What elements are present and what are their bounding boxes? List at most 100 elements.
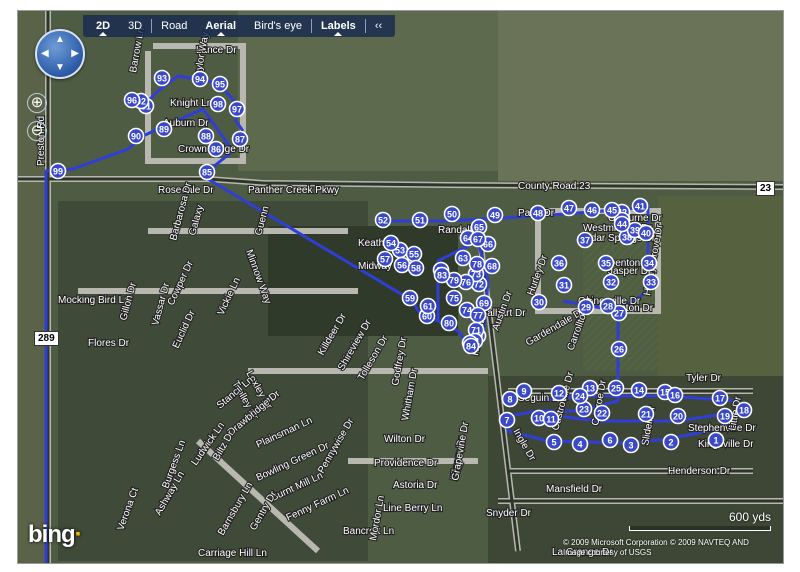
route-stop-marker[interactable]: 4 (571, 435, 589, 453)
route-stop-marker[interactable]: 6 (601, 431, 619, 449)
route-stop-marker[interactable]: 84 (462, 337, 480, 355)
route-stop-marker[interactable]: 90 (127, 127, 145, 145)
route-stop-marker[interactable]: 26 (610, 340, 628, 358)
route-stop-marker[interactable]: 67 (469, 230, 487, 248)
view-2d-button[interactable]: 2D (87, 20, 119, 36)
route-stop-marker[interactable]: 14 (630, 381, 648, 399)
route-stop-marker[interactable]: 19 (716, 407, 734, 425)
route-stop-marker[interactable]: 63 (454, 249, 472, 267)
birds-eye-button[interactable]: Bird's eye (245, 20, 311, 32)
stop-number: 84 (466, 342, 476, 352)
route-stop-marker[interactable]: 93 (153, 69, 171, 87)
route-stop-marker[interactable]: 48 (529, 204, 547, 222)
pan-control[interactable]: ▲ ▼ ◀ ▶ (35, 29, 85, 79)
route-stop-marker[interactable]: 78 (468, 255, 486, 273)
route-stop-marker[interactable]: 83 (433, 266, 451, 284)
route-stop-marker[interactable]: 11 (542, 410, 560, 428)
route-stop-marker[interactable]: 5 (545, 433, 563, 451)
route-stop-marker[interactable]: 46 (583, 201, 601, 219)
route-stop-marker[interactable]: 51 (411, 211, 429, 229)
view-3d-button[interactable]: 3D (119, 20, 151, 32)
zoom-in-icon[interactable]: ⊕ (27, 93, 47, 113)
route-stop-marker[interactable]: 54 (382, 234, 400, 252)
route-stop-marker[interactable]: 3 (622, 436, 640, 454)
route-stop-marker[interactable]: 9 (515, 382, 533, 400)
route-stop-marker[interactable]: 28 (599, 297, 617, 315)
route-stop-marker[interactable]: 2 (662, 433, 680, 451)
route-stop-marker[interactable]: 86 (207, 140, 225, 158)
route-stop-marker[interactable]: 22 (593, 404, 611, 422)
route-stop-marker[interactable]: 96 (123, 91, 141, 109)
route-stop-marker[interactable]: 94 (191, 70, 209, 88)
stop-number: 26 (614, 345, 624, 355)
route-stop-marker[interactable]: 55 (405, 245, 423, 263)
aerial-map[interactable]: Lance DrTaylor WayBarrow LnKnight LnAubu… (18, 11, 783, 563)
zoom-out-icon[interactable]: ⊖ (27, 121, 47, 141)
route-stop-marker[interactable]: 99 (49, 162, 67, 180)
route-stop-marker[interactable]: 95 (211, 75, 229, 93)
route-stop-marker[interactable]: 20 (669, 407, 687, 425)
route-stop-marker[interactable]: 1 (707, 431, 725, 449)
route-stop-marker[interactable]: 75 (445, 289, 463, 307)
route-stop-marker[interactable]: 8 (501, 390, 519, 408)
stop-number: 88 (201, 132, 211, 142)
route-stop-marker[interactable]: 68 (483, 257, 501, 275)
stop-number: 52 (378, 216, 388, 226)
labels-toggle[interactable]: Labels (312, 20, 365, 36)
route-stop-marker[interactable]: 44 (613, 215, 631, 233)
aerial-view-button[interactable]: Aerial (196, 20, 245, 36)
route-stop-marker[interactable]: 31 (555, 276, 573, 294)
route-stop-marker[interactable]: 80 (440, 314, 458, 332)
route-stop-marker[interactable]: 29 (577, 298, 595, 316)
route-stop-marker[interactable]: 87 (231, 130, 249, 148)
stop-number: 31 (559, 281, 569, 291)
stop-number: 33 (646, 278, 656, 288)
route-stop-marker[interactable]: 49 (486, 206, 504, 224)
route-stop-marker[interactable]: 17 (711, 389, 729, 407)
route-stop-marker[interactable]: 36 (550, 254, 568, 272)
route-stop-marker[interactable]: 58 (407, 259, 425, 277)
route-stop-marker[interactable]: 88 (197, 127, 215, 145)
route-stop-marker[interactable]: 45 (603, 201, 621, 219)
pan-right-icon[interactable]: ▶ (71, 49, 79, 59)
route-stop-marker[interactable]: 37 (576, 231, 594, 249)
route-stop-marker[interactable]: 7 (498, 411, 516, 429)
stop-number: 20 (673, 412, 683, 422)
route-stop-marker[interactable]: 24 (571, 387, 589, 405)
route-stop-marker[interactable]: 97 (228, 100, 246, 118)
route-stop-marker[interactable]: 77 (469, 306, 487, 324)
pan-down-icon[interactable]: ▼ (55, 63, 65, 73)
route-stop-marker[interactable]: 25 (607, 379, 625, 397)
route-stop-marker[interactable]: 59 (401, 289, 419, 307)
route-stop-marker[interactable]: 89 (155, 120, 173, 138)
collapse-toolbar-button[interactable]: ‹‹ (366, 20, 391, 32)
stop-number: 3 (628, 441, 633, 451)
route-stop-marker[interactable]: 16 (666, 386, 684, 404)
stop-number: 99 (53, 167, 63, 177)
route-stop-marker[interactable]: 18 (735, 401, 753, 419)
stop-number: 12 (554, 389, 564, 399)
pan-up-icon[interactable]: ▲ (55, 35, 65, 45)
route-stop-marker[interactable]: 35 (597, 254, 615, 272)
pan-left-icon[interactable]: ◀ (41, 49, 49, 59)
route-stop-marker[interactable]: 30 (530, 293, 548, 311)
stop-number: 4 (577, 440, 582, 450)
route-stop-marker[interactable]: 32 (602, 273, 620, 291)
route-stop-marker[interactable]: 56 (393, 256, 411, 274)
route-stop-marker[interactable]: 57 (376, 250, 394, 268)
route-stop-marker[interactable]: 40 (637, 224, 655, 242)
route-stop-marker[interactable]: 85 (198, 163, 216, 181)
road-view-button[interactable]: Road (152, 20, 196, 32)
route-stop-marker[interactable]: 47 (560, 199, 578, 217)
street-label: Providence Dr (374, 458, 438, 469)
route-stop-marker[interactable]: 34 (640, 254, 658, 272)
route-stop-marker[interactable]: 98 (209, 95, 227, 113)
stop-number: 67 (473, 235, 483, 245)
route-stop-marker[interactable]: 33 (642, 273, 660, 291)
route-stop-marker[interactable]: 61 (419, 297, 437, 315)
route-stop-marker[interactable]: 52 (374, 211, 392, 229)
route-stop-marker[interactable]: 12 (550, 384, 568, 402)
route-stop-marker[interactable]: 50 (443, 205, 461, 223)
route-stop-marker[interactable]: 41 (631, 197, 649, 215)
route-stop-marker[interactable]: 21 (637, 405, 655, 423)
